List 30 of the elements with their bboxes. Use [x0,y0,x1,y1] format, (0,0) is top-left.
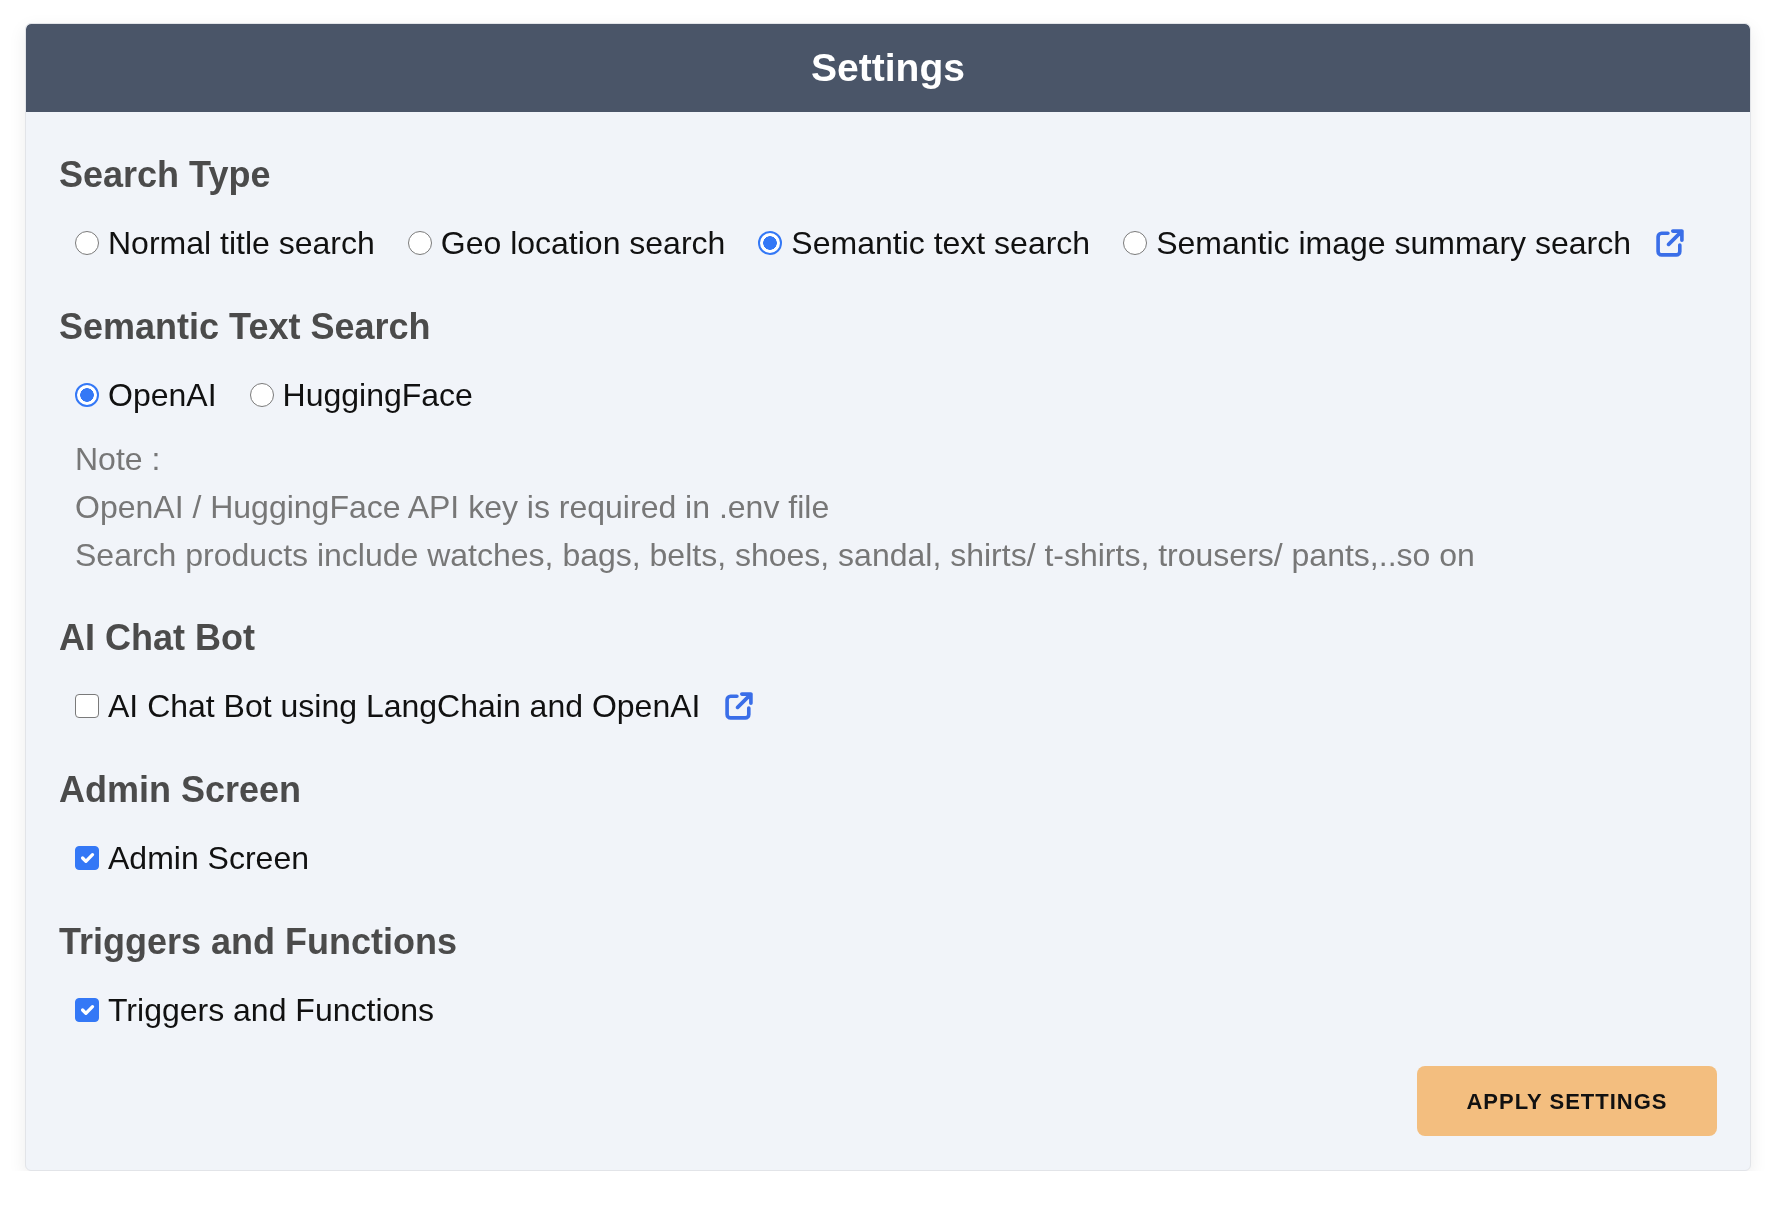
checkbox[interactable] [75,846,99,870]
radio-button[interactable] [249,383,274,407]
option-label[interactable]: Geo location search [440,223,726,263]
section-heading: Semantic Text Search [59,306,432,348]
option-label[interactable]: OpenAI [108,375,217,415]
option-label[interactable]: Semantic image summary search [1156,223,1631,263]
radio-button[interactable] [1123,231,1148,255]
external-link-icon[interactable] [1656,229,1684,257]
section-heading: Search Type [59,154,272,196]
section-heading: Admin Screen [59,769,303,811]
note-text: OpenAI / HuggingFace API key is required in .env file [75,488,831,527]
option-label[interactable]: Admin Screen [108,838,309,878]
checkbox[interactable] [75,694,99,718]
checkbox[interactable] [75,998,99,1022]
apply-settings-button[interactable]: APPLY SETTINGS [1417,1066,1717,1136]
note-text: Search products include watches, bags, belts, shoes, sandal, shirts/ t-shirts, trousers/ pants,..so on [75,536,1476,575]
radio-button[interactable] [75,383,99,407]
option-label[interactable]: Semantic text search [791,223,1091,263]
section-heading: Triggers and Functions [59,921,459,963]
note-text: Note : [75,440,162,479]
radio-button[interactable] [75,231,99,255]
option-label[interactable]: Normal title search [108,223,375,263]
panel-title: Settings [811,45,965,91]
section-heading: AI Chat Bot [59,617,256,659]
radio-button[interactable] [758,231,783,255]
external-link-icon[interactable] [725,692,754,720]
option-label[interactable]: HuggingFace [282,375,473,415]
radio-button[interactable] [407,231,432,255]
option-label[interactable]: Triggers and Functions [108,990,435,1030]
option-label[interactable]: AI Chat Bot using LangChain and OpenAI [108,686,701,726]
